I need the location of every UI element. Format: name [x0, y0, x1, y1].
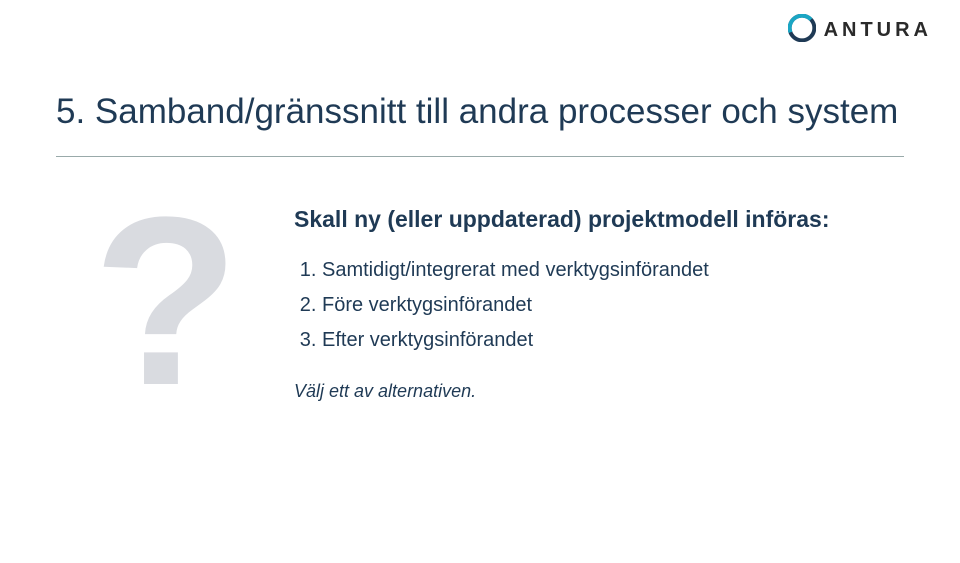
- question-mark-icon: ?: [86, 199, 246, 403]
- slide-title: 5. Samband/gränssnitt till andra process…: [56, 92, 904, 132]
- brand-logo: ANTURA: [788, 14, 932, 47]
- footnote: Välj ett av alternativen.: [294, 381, 904, 402]
- slide: ANTURA 5. Samband/gränssnitt till andra …: [0, 0, 960, 563]
- options-list: Samtidigt/integrerat med verktygsinföran…: [294, 258, 904, 353]
- body-column: Skall ny (eller uppdaterad) projektmodel…: [294, 199, 904, 402]
- lead-text: Skall ny (eller uppdaterad) projektmodel…: [294, 205, 904, 234]
- list-item: Efter verktygsinförandet: [322, 328, 904, 353]
- list-item: Före verktygsinförandet: [322, 293, 904, 318]
- title-divider: [56, 156, 904, 157]
- content-row: ? Skall ny (eller uppdaterad) projektmod…: [56, 199, 904, 403]
- list-item: Samtidigt/integrerat med verktygsinföran…: [322, 258, 904, 283]
- brand-logo-icon: [788, 14, 816, 47]
- brand-wordmark: ANTURA: [824, 19, 932, 42]
